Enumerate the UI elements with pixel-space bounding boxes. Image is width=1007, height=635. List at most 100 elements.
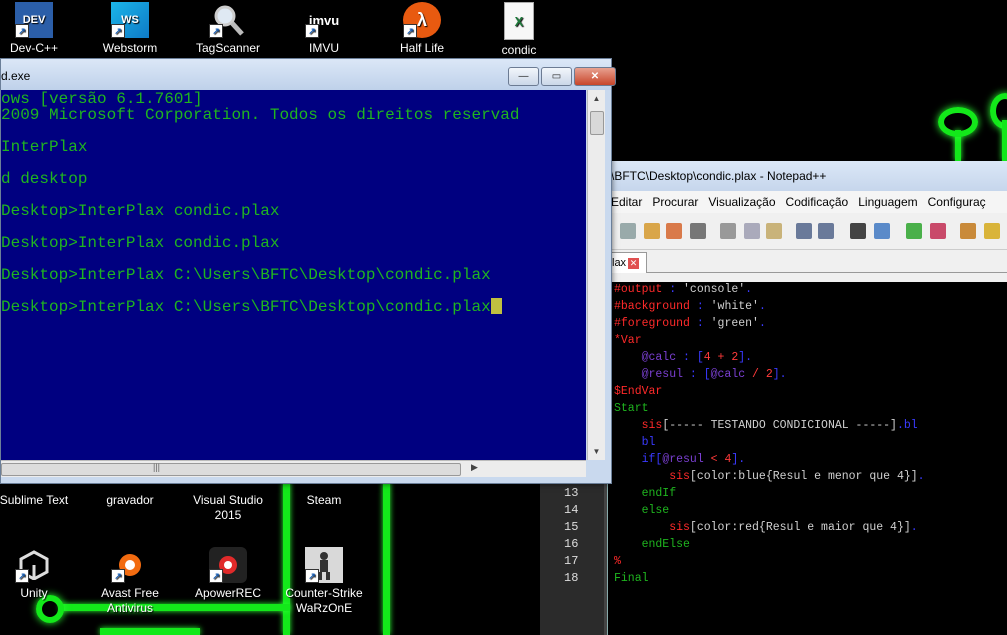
webstorm-icon: WS ↗ xyxy=(111,2,149,38)
desktop-icon-steam[interactable]: Steam xyxy=(276,493,372,508)
console-output[interactable]: ows [versão 6.1.7601] 2009 Microsoft Corp… xyxy=(1,90,586,460)
desktop-icon-label: Visual Studio 2015 xyxy=(193,493,263,522)
line-number-gutter: 13 14 15 16 17 18 xyxy=(540,478,607,635)
code-token: Final xyxy=(614,572,649,585)
code-token: : xyxy=(689,317,711,330)
desktop-icon-halflife[interactable]: λ ↗ Half Life xyxy=(374,2,470,56)
undo-icon[interactable] xyxy=(796,223,812,239)
cmd-titlebar[interactable]: d.exe — ▭ ✕ xyxy=(1,59,616,90)
code-token: [color:blue{Resul e menor que 4}] xyxy=(689,470,918,483)
desktop-icon-label: Counter-Strike WaRzOnE xyxy=(285,586,363,615)
close-all-icon[interactable] xyxy=(620,223,636,239)
notepadpp-titlebar[interactable]: \BFTC\Desktop\condic.plax - Notepad++ xyxy=(608,161,1007,191)
fold-margin xyxy=(604,478,607,635)
code-line: #output : 'console'. xyxy=(614,283,752,296)
desktop-icon-avast[interactable]: ↗ Avast Free Antivirus xyxy=(82,547,178,616)
vertical-scrollbar[interactable]: ▲ ▼ xyxy=(587,90,605,460)
menu-item[interactable]: Visualização xyxy=(708,191,775,213)
code-token: @resul xyxy=(662,453,704,466)
desktop-icon-gravador[interactable]: gravador xyxy=(82,493,178,508)
code-token: . xyxy=(758,317,766,330)
code-line: @calc : [4 + 2]. xyxy=(614,351,752,364)
menu-bar: Editar Procurar Visualização Codificação Lin… xyxy=(608,191,1007,213)
desktop-icon-tagscanner[interactable]: ↗ TagScanner xyxy=(180,2,276,56)
circuit-line xyxy=(100,628,200,635)
desktop-icon-visualstudio[interactable]: Visual Studio 2015 xyxy=(180,493,276,523)
desktop-icon-devcpp[interactable]: DEV ↗ Dev-C++ xyxy=(0,2,82,56)
paste-icon[interactable] xyxy=(766,223,782,239)
counterstrike-icon: ↗ xyxy=(305,547,343,583)
notepadpp-window[interactable]: \BFTC\Desktop\condic.plax - Notepad++ Ed… xyxy=(607,161,1007,635)
code-editor[interactable]: #output : 'console'. #background : 'white… xyxy=(608,282,1007,635)
close-icon[interactable]: ✕ xyxy=(628,258,640,269)
scrollbar-thumb[interactable] xyxy=(590,111,604,135)
cut-icon[interactable] xyxy=(720,223,736,239)
menu-item[interactable]: Codificação xyxy=(786,191,849,213)
code-token: @resul xyxy=(614,368,684,381)
desktop-icon-label: Dev-C++ xyxy=(9,41,59,55)
circuit-node xyxy=(938,107,978,137)
menu-item[interactable]: Configuraç xyxy=(928,191,986,213)
sync-vertical-icon[interactable] xyxy=(960,223,976,239)
zoom-out-icon[interactable] xyxy=(930,223,946,239)
desktop-icon-unity[interactable]: ↗ Unity xyxy=(0,547,82,601)
desktop-icon-counterstrike[interactable]: ↗ Counter-Strike WaRzOnE xyxy=(276,547,372,616)
code-token: endIf xyxy=(614,487,677,500)
code-line: else xyxy=(614,504,670,517)
desktop-icon-sublime[interactable]: Sublime Text xyxy=(0,493,82,508)
desktop-icon-condic[interactable]: X condic xyxy=(471,2,567,58)
code-token: endElse xyxy=(614,538,690,551)
line-number: 18 xyxy=(564,571,579,585)
line-number: 13 xyxy=(564,486,579,500)
code-token: [color:red{Resul e maior que 4}] xyxy=(689,521,911,534)
minimize-button[interactable]: — xyxy=(508,67,539,86)
scrollbar-thumb[interactable] xyxy=(1,463,461,476)
redo-icon[interactable] xyxy=(818,223,834,239)
maximize-button[interactable]: ▭ xyxy=(541,67,572,86)
find-icon[interactable] xyxy=(850,223,866,239)
code-token: 'console' xyxy=(683,283,746,296)
desktop-icon-label: gravador xyxy=(106,493,154,507)
horizontal-scrollbar[interactable]: ||| ▶ xyxy=(1,460,586,477)
window-title: d.exe xyxy=(1,69,31,83)
code-line: sis[----- TESTANDO CONDICIONAL -----].bl xyxy=(614,419,918,432)
code-line: sis[color:blue{Resul e menor que 4}]. xyxy=(614,470,924,483)
desktop-icon-apowerrec[interactable]: ↗ ApowerREC xyxy=(180,547,276,601)
menu-item[interactable]: Procurar xyxy=(652,191,698,213)
code-token: . xyxy=(910,521,918,534)
code-token: < xyxy=(703,453,725,466)
menu-item[interactable]: Editar xyxy=(611,191,642,213)
scroll-down-icon[interactable]: ▼ xyxy=(588,443,605,460)
desktop-icon-imvu[interactable]: imvu ↗ IMVU xyxy=(276,2,372,56)
code-token: . xyxy=(758,300,766,313)
code-line: *Var xyxy=(614,334,642,347)
circuit-line xyxy=(383,480,390,635)
scroll-right-icon[interactable]: ▶ xyxy=(471,462,478,473)
code-line: #background : 'white'. xyxy=(614,300,766,313)
replace-icon[interactable] xyxy=(874,223,890,239)
scroll-up-icon[interactable]: ▲ xyxy=(588,90,605,107)
code-token: sis xyxy=(614,419,663,432)
desktop-icon-label: TagScanner xyxy=(195,41,261,55)
code-token: #output xyxy=(614,283,663,296)
zoom-in-icon[interactable] xyxy=(906,223,922,239)
desktop-icon-label: Sublime Text xyxy=(0,493,69,507)
sync-horizontal-icon[interactable] xyxy=(984,223,1000,239)
console-line: Desktop>InterPlax condic.plax xyxy=(1,202,280,220)
code-token: % xyxy=(614,555,621,568)
desktop-icon-label: Webstorm xyxy=(102,41,158,55)
tab-label: lax xyxy=(612,257,627,269)
print-icon[interactable] xyxy=(690,223,706,239)
code-token: else xyxy=(614,504,670,517)
desktop-icon-label: Unity xyxy=(20,586,48,600)
close-button[interactable]: ✕ xyxy=(574,67,616,86)
tab-condic-plax[interactable]: lax ✕ xyxy=(608,252,647,273)
print-preview-icon[interactable] xyxy=(644,223,660,239)
menu-item[interactable]: Linguagem xyxy=(858,191,917,213)
code-line: #foreground : 'green'. xyxy=(614,317,766,330)
console-line: d desktop xyxy=(1,170,88,188)
cmd-window[interactable]: d.exe — ▭ ✕ ows [versão 6.1.7601] 2009 Mi… xyxy=(0,58,616,484)
copy-icon[interactable] xyxy=(744,223,760,239)
desktop-icon-webstorm[interactable]: WS ↗ Webstorm xyxy=(82,2,178,56)
close-file-icon[interactable] xyxy=(666,223,682,239)
